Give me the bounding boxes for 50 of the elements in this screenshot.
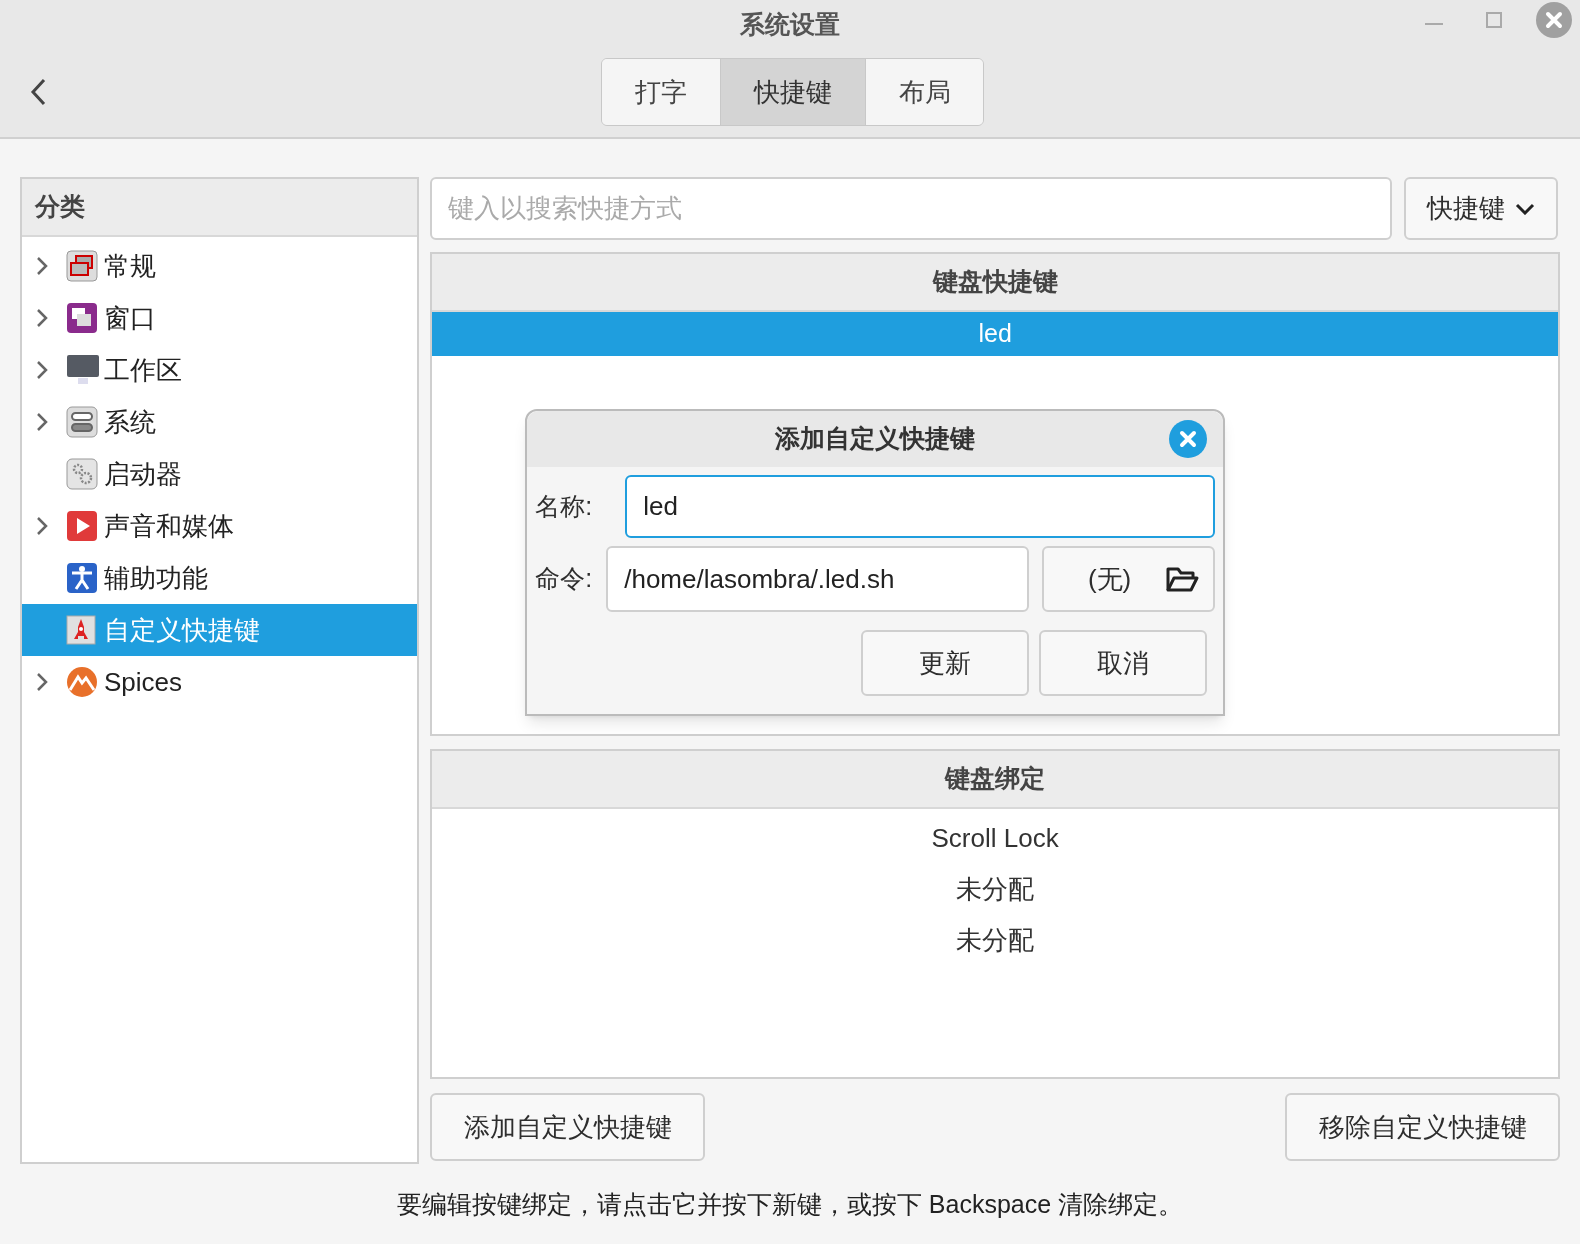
close-icon[interactable] [1536,2,1572,38]
dialog-button[interactable]: 取消 [1039,630,1208,696]
sidebar-item[interactable]: 窗口 [22,292,418,344]
tab[interactable]: 快捷键 [720,59,865,125]
chevron-icon[interactable] [36,412,48,432]
dialog-button[interactable]: 更新 [861,630,1030,696]
chevron-icon[interactable] [36,308,48,328]
accessibility-icon [66,562,98,594]
binding-row[interactable]: Scroll Lock [931,813,1059,864]
command-field[interactable]: /home/lasombra/.led.sh [606,546,1030,612]
sidebar-item[interactable]: 常规 [22,240,418,292]
window-title: 系统设置 [740,9,840,40]
add-button[interactable]: 添加自定义快捷键 [430,1093,706,1161]
filter-dropdown[interactable]: 快捷键 [1404,177,1559,240]
dialog-title: 添加自定义快捷键 [775,423,976,455]
binding-row[interactable]: 未分配 [956,864,1035,915]
tab[interactable]: 布局 [865,59,983,125]
search-field[interactable]: 键入以搜索快捷方式 [430,177,1393,240]
sidebar-heading: 分类 [35,191,85,223]
windows-icon [66,250,98,282]
tab[interactable]: 打字 [602,59,720,125]
back-icon[interactable] [29,77,47,107]
rocket-icon [66,615,96,645]
folder-icon [1165,565,1200,593]
sidebar-item[interactable]: 声音和媒体 [22,500,418,552]
sidebar-item[interactable]: Spices [22,656,418,708]
file-chooser-button[interactable]: (无) [1042,546,1216,612]
chevron-icon[interactable] [36,360,48,380]
field-label: 名称: [535,490,594,522]
binding-row[interactable]: 未分配 [956,915,1035,966]
mountain-icon [66,666,98,698]
column-header: 键盘快捷键 [932,266,1058,298]
chevron-icon[interactable] [36,672,48,692]
toggle-icon [66,406,98,438]
column-header: 键盘绑定 [945,763,1046,795]
monitor-icon [66,354,100,386]
chevron-icon[interactable] [36,256,48,276]
sidebar-item[interactable]: 启动器 [22,448,418,500]
hint-text: 要编辑按键绑定，请点击它并按下新键，或按下 Backspace 清除绑定。 [396,1189,1184,1220]
sidebar-item[interactable]: 辅助功能 [22,552,418,604]
play-icon [66,510,98,542]
remove-button[interactable]: 移除自定义快捷键 [1285,1093,1560,1161]
sidebar-item[interactable]: 系统 [22,396,418,448]
close-icon[interactable] [1169,420,1208,458]
windows-icon [66,302,98,334]
field-label: 命令: [535,563,594,595]
name-field[interactable]: led [625,475,1216,538]
chevron-down-icon [1515,202,1536,215]
sidebar-item[interactable]: 工作区 [22,344,418,396]
chevron-icon[interactable] [36,516,48,536]
